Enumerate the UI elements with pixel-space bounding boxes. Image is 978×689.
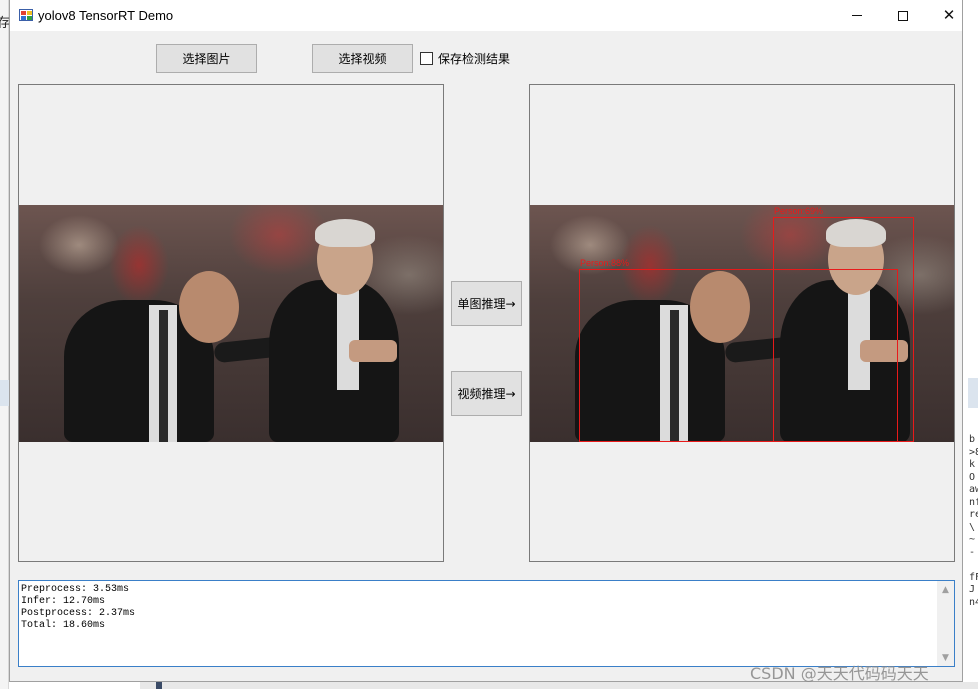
close-icon: ✕ [942, 6, 956, 24]
save-result-checkbox[interactable] [420, 52, 433, 65]
background-band [968, 378, 978, 408]
app-window: yolov8 TensorRT Demo ✕ 选择图片 选择视频 保存检测结果 [9, 0, 963, 682]
background-window-left-edge: 存 [0, 0, 10, 689]
detection-label: Person:69% [774, 206, 824, 216]
log-line: Total: 18.60ms [21, 620, 106, 631]
watermark: CSDN @天天代码码天天 [750, 664, 929, 683]
window-title: yolov8 TensorRT Demo [38, 8, 174, 23]
background-text: b >8 k O aw nf re \ ~ - fF J n4 [969, 434, 978, 608]
save-result-option[interactable]: 保存检测结果 [420, 50, 510, 67]
log-content: Preprocess: 3.53ms Infer: 12.70ms Postpr… [21, 584, 135, 632]
select-video-button[interactable]: 选择视频 [312, 44, 413, 73]
result-image: Person:69% Person:88% [530, 205, 954, 442]
app-icon [19, 9, 33, 21]
detection-box [579, 269, 898, 442]
scroll-up-icon[interactable]: ▲ [937, 581, 954, 598]
single-image-infer-button[interactable]: 单图推理→ [451, 281, 522, 326]
close-button[interactable]: ✕ [926, 0, 972, 31]
log-scrollbar[interactable]: ▲ ▼ [937, 581, 954, 666]
save-result-label[interactable]: 保存检测结果 [438, 50, 510, 67]
log-line: Postprocess: 2.37ms [21, 608, 136, 619]
maximize-icon [898, 10, 908, 21]
minimize-button[interactable] [834, 0, 880, 31]
log-line: Infer: 12.70ms [21, 596, 106, 607]
background-band [0, 380, 9, 406]
source-image [19, 205, 443, 442]
log-textbox[interactable]: Preprocess: 3.53ms Infer: 12.70ms Postpr… [18, 580, 955, 667]
result-image-panel: Person:69% Person:88% [529, 84, 955, 562]
video-infer-button[interactable]: 视频推理→ [451, 371, 522, 416]
select-image-button[interactable]: 选择图片 [156, 44, 257, 73]
title-bar[interactable]: yolov8 TensorRT Demo ✕ [10, 0, 962, 31]
background-mark [156, 682, 162, 689]
detection-label: Person:88% [580, 258, 630, 268]
scroll-down-icon[interactable]: ▼ [937, 649, 954, 666]
source-image-panel [18, 84, 444, 562]
maximize-button[interactable] [880, 0, 926, 31]
log-line: Preprocess: 3.53ms [21, 584, 130, 595]
minimize-icon [852, 15, 862, 16]
